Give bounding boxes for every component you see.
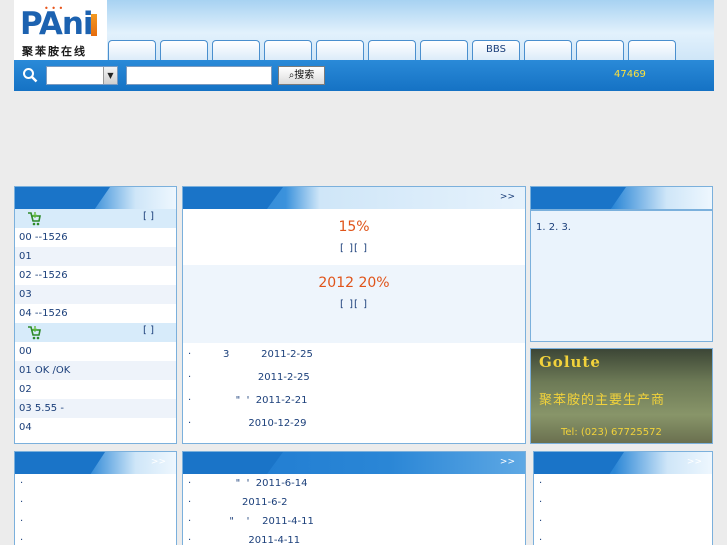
nav-tab[interactable]	[316, 40, 364, 60]
logo-bar-icon	[91, 14, 97, 36]
search-bar: ▼ ⌕搜索 47469	[14, 60, 714, 91]
nav-tab[interactable]	[212, 40, 260, 60]
bottom-panel-more[interactable]: >>	[500, 457, 515, 467]
intro-text: 1. 2. 3.	[530, 210, 713, 342]
ad-brand: Golute	[539, 353, 601, 371]
list-item[interactable]: ·	[15, 531, 176, 545]
center-panel-more[interactable]: >>	[500, 192, 515, 202]
news-item[interactable]: · " ' 2011-2-21	[183, 389, 525, 412]
site-logo[interactable]: • • • PAni 聚苯胺在线	[14, 0, 107, 60]
site-header: • • • PAni 聚苯胺在线 BBS ▼ ⌕搜索 47469	[14, 0, 714, 91]
panel-tab	[15, 187, 110, 209]
bottom-panel-center: >> · " ' 2011-6-14 · 2011-6-2 · " ' 2011…	[182, 451, 526, 545]
bottom-panel-header: >>	[534, 452, 712, 474]
headline-block: 2012 20% [ ][ ]	[183, 265, 525, 343]
list-item[interactable]: ·	[15, 512, 176, 531]
left-group-more[interactable]: [ ]	[143, 325, 154, 336]
list-item[interactable]: 02 --1526	[15, 266, 176, 285]
bottom-panel-header: >>	[183, 452, 525, 474]
nav-tab[interactable]	[524, 40, 572, 60]
list-item[interactable]: 03	[15, 285, 176, 304]
list-item[interactable]: · 2011-4-11	[183, 531, 525, 545]
search-button-label: 搜索	[294, 70, 315, 81]
cart-icon	[28, 212, 41, 226]
left-group-header: [ ]	[15, 323, 176, 342]
logo-tagline: 聚苯胺在线	[22, 45, 87, 58]
right-panel-header	[531, 187, 712, 209]
bottom-panel-more[interactable]: >>	[687, 457, 702, 467]
headline-title[interactable]: 15%	[183, 219, 525, 235]
list-item[interactable]: ·	[534, 512, 712, 531]
bottom-panel-header: >>	[15, 452, 176, 474]
search-category-select[interactable]: ▼	[46, 66, 118, 85]
headline-title[interactable]: 2012 20%	[183, 275, 525, 291]
nav-tab-bbs[interactable]: BBS	[472, 40, 520, 60]
list-item[interactable]: ·	[534, 531, 712, 545]
headline-links[interactable]: [ ][ ]	[183, 299, 525, 310]
left-group-header: [ ]	[15, 209, 176, 228]
list-item[interactable]: · " ' 2011-4-11	[183, 512, 525, 531]
list-item[interactable]: 04	[15, 418, 176, 437]
panel-tab	[534, 452, 624, 474]
nav-tab[interactable]	[420, 40, 468, 60]
list-item[interactable]: ·	[15, 474, 176, 493]
page: • • • PAni 聚苯胺在线 BBS ▼ ⌕搜索 47469 [] 00 …	[0, 0, 727, 545]
list-item[interactable]: · 2011-6-2	[183, 493, 525, 512]
nav-tab[interactable]	[264, 40, 312, 60]
left-group-more[interactable]: [ ]	[143, 211, 154, 222]
panel-tab	[183, 452, 283, 474]
chevron-down-icon[interactable]: ▼	[103, 67, 117, 84]
nav-tab[interactable]	[368, 40, 416, 60]
left-panel-header	[15, 187, 176, 209]
ad-slogan: 聚苯胺的主要生产商	[539, 393, 666, 408]
search-input[interactable]	[126, 66, 272, 85]
news-item[interactable]: · 2010-12-29	[183, 412, 525, 435]
list-item[interactable]: 00	[15, 342, 176, 361]
nav-tab[interactable]	[628, 40, 676, 60]
golute-ad-banner[interactable]: Golute 聚苯胺的主要生产商 Tel: (023) 67725572	[530, 348, 713, 444]
panel-tab	[183, 187, 283, 209]
nav-tab[interactable]	[108, 40, 156, 60]
list-item[interactable]: 04 --1526	[15, 304, 176, 323]
list-item[interactable]: · " ' 2011-6-14	[183, 474, 525, 493]
center-panel: >> 15% [ ][ ] 2012 20% [ ][ ] · 3 2011-2…	[182, 186, 526, 444]
headline-links[interactable]: [ ][ ]	[183, 243, 525, 254]
right-panel	[530, 186, 713, 210]
center-panel-header: >>	[183, 187, 525, 209]
list-item[interactable]: 02	[15, 380, 176, 399]
left-panel: [ ] 00 --1526 01 02 --1526 03 04 --1526 …	[14, 186, 177, 444]
list-item[interactable]: ·	[534, 474, 712, 493]
list-item[interactable]: 03 5.55 -	[15, 399, 176, 418]
panel-tab	[15, 452, 105, 474]
ad-phone: Tel: (023) 67725572	[561, 427, 662, 438]
logo-brand: PAni	[20, 6, 94, 42]
cart-icon	[28, 326, 41, 340]
panel-tab	[531, 187, 626, 209]
news-item[interactable]: · 3 2011-2-25	[183, 343, 525, 366]
search-button[interactable]: ⌕搜索	[278, 66, 325, 85]
list-item[interactable]: ·	[534, 493, 712, 512]
list-item[interactable]: 00 --1526	[15, 228, 176, 247]
nav-tab[interactable]	[576, 40, 624, 60]
headline-block: 15% [ ][ ]	[183, 209, 525, 265]
bottom-panel-more[interactable]: >>	[151, 457, 166, 467]
list-item[interactable]: 01 OK /OK	[15, 361, 176, 380]
list-item[interactable]: ·	[15, 493, 176, 512]
list-item[interactable]: 01	[15, 247, 176, 266]
main-nav: BBS	[107, 40, 714, 60]
bottom-panel-left: >> · · · ·	[14, 451, 177, 545]
nav-tab[interactable]	[160, 40, 208, 60]
bottom-panel-right: >> · · · ·	[533, 451, 713, 545]
search-icon	[23, 68, 38, 83]
visitor-count: 47469	[614, 69, 646, 80]
news-item[interactable]: · 2011-2-25	[183, 366, 525, 389]
